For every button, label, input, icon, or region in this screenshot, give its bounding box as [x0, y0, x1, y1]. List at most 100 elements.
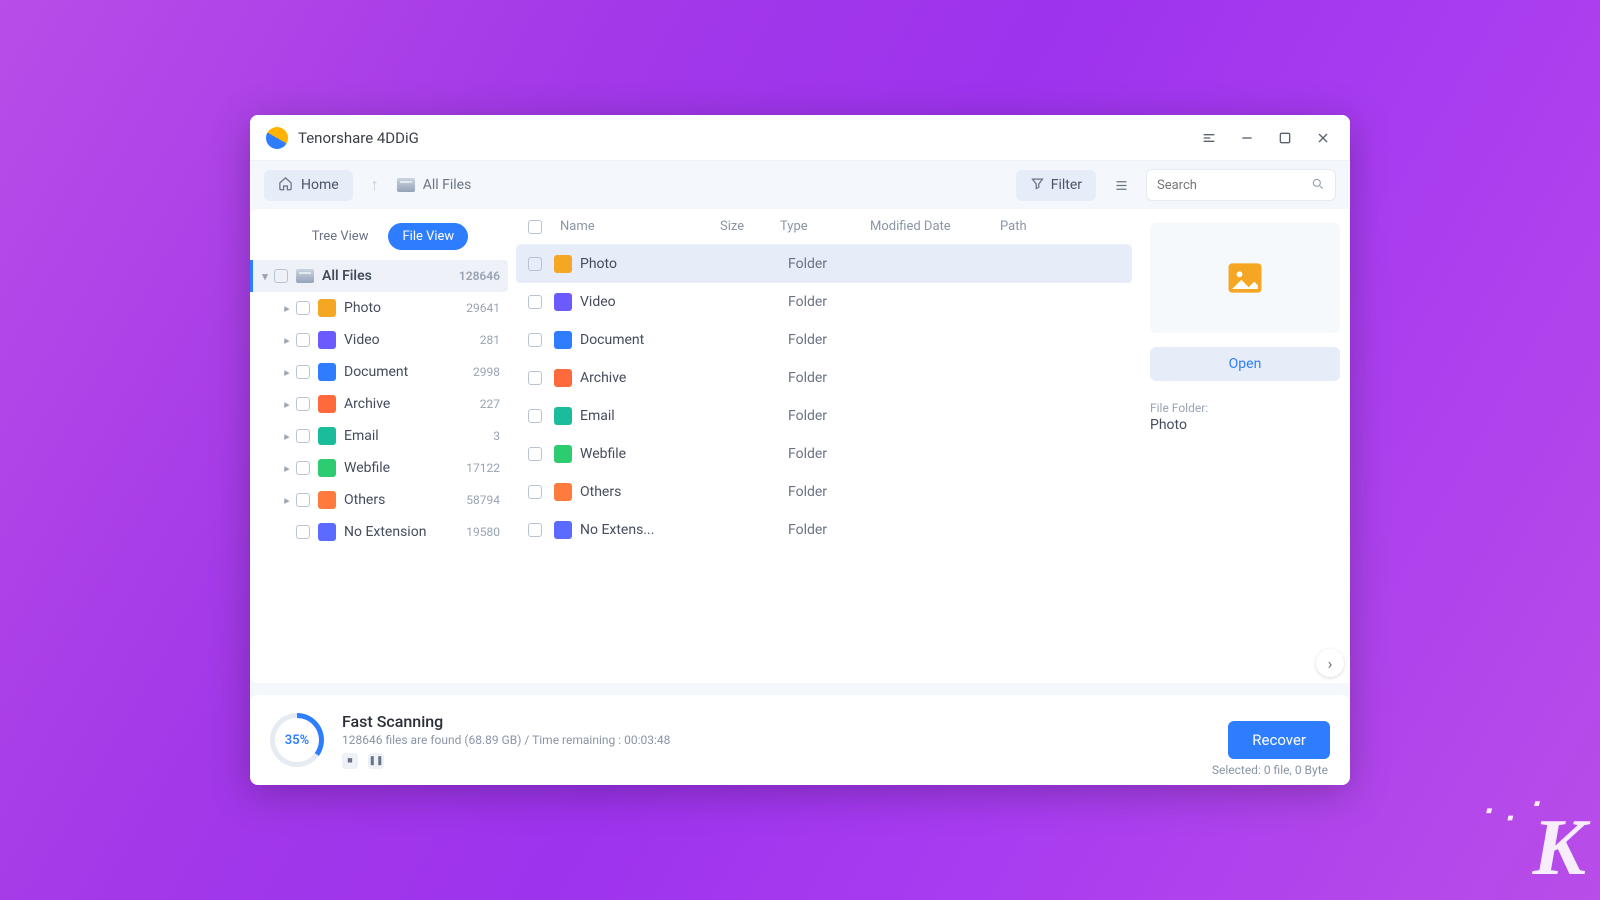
tree-root-all-files[interactable]: ▾ All Files 128646 [250, 260, 508, 292]
checkbox[interactable] [274, 269, 288, 283]
scan-subtext: 128646 files are found (68.89 GB) / Time… [342, 733, 670, 747]
home-icon [278, 176, 293, 195]
folder-icon [318, 459, 336, 477]
file-row[interactable]: No Extens...Folder [516, 511, 1132, 549]
col-path[interactable]: Path [1000, 219, 1122, 234]
checkbox[interactable] [296, 333, 310, 347]
tree-item[interactable]: ▸Video281 [258, 324, 508, 356]
sidebar: Tree View File View ▾ All Files 128646 ▸… [250, 209, 516, 683]
folder-icon [318, 523, 336, 541]
checkbox[interactable] [296, 365, 310, 379]
col-type[interactable]: Type [780, 219, 870, 234]
image-icon [1223, 256, 1267, 300]
tree-item[interactable]: ▸ Others 58794 [258, 484, 508, 516]
col-name[interactable]: Name [560, 219, 720, 234]
caret-down-icon[interactable]: ▾ [258, 270, 272, 283]
tree-item-label: Photo [344, 300, 381, 316]
tree-item-count: 58794 [466, 493, 500, 507]
tree-item[interactable]: ▸Webfile17122 [258, 452, 508, 484]
tree-item[interactable]: ▸ Photo 29641 [258, 292, 508, 324]
checkbox[interactable] [528, 447, 542, 461]
app-title: Tenorshare 4DDiG [298, 129, 419, 147]
file-name: Email [580, 408, 728, 424]
file-name: Archive [580, 370, 728, 386]
file-row[interactable]: ArchiveFolder [516, 359, 1132, 397]
tree-item[interactable]: No Extension19580 [258, 516, 508, 548]
tree-item-label: Others [344, 492, 385, 508]
file-view-tab[interactable]: File View [388, 223, 468, 250]
checkbox[interactable] [528, 371, 542, 385]
checkbox[interactable] [296, 493, 310, 507]
file-row[interactable]: PhotoFolder [516, 245, 1132, 283]
nav-up-icon[interactable]: ↑ [363, 175, 387, 195]
file-row[interactable]: OthersFolder [516, 473, 1132, 511]
col-modified[interactable]: Modified Date [870, 219, 1000, 234]
titlebar: Tenorshare 4DDiG [250, 115, 1350, 161]
checkbox[interactable] [296, 301, 310, 315]
file-name: Document [580, 332, 728, 348]
checkbox[interactable] [528, 257, 542, 271]
filter-button[interactable]: Filter [1016, 170, 1096, 201]
caret-right-icon[interactable]: ▸ [280, 302, 294, 315]
checkbox[interactable] [528, 485, 542, 499]
folder-icon [318, 331, 336, 349]
folder-icon [554, 445, 572, 463]
filter-icon [1030, 176, 1045, 195]
tree-item-label: Archive [344, 396, 390, 412]
checkbox-all[interactable] [528, 220, 542, 234]
checkbox[interactable] [528, 409, 542, 423]
maximize-icon[interactable] [1274, 127, 1296, 149]
open-button[interactable]: Open [1150, 347, 1340, 381]
minimize-icon[interactable] [1236, 127, 1258, 149]
close-icon[interactable] [1312, 127, 1334, 149]
file-row[interactable]: WebfileFolder [516, 435, 1132, 473]
checkbox[interactable] [528, 523, 542, 537]
file-name: Photo [580, 256, 728, 272]
tree-root-count: 128646 [459, 269, 500, 283]
recover-button[interactable]: Recover [1228, 721, 1330, 759]
tree-item-count: 29641 [466, 301, 500, 315]
folder-icon [554, 483, 572, 501]
caret-right-icon[interactable]: ▸ [280, 430, 294, 443]
progress-percent: 35% [275, 718, 319, 762]
menu-icon[interactable] [1198, 127, 1220, 149]
file-list-header: Name Size Type Modified Date Path [516, 209, 1132, 245]
file-row[interactable]: VideoFolder [516, 283, 1132, 321]
search-input[interactable] [1146, 169, 1336, 201]
file-type: Folder [788, 294, 878, 310]
checkbox[interactable] [296, 397, 310, 411]
file-row[interactable]: EmailFolder [516, 397, 1132, 435]
caret-right-icon[interactable]: ▸ [280, 334, 294, 347]
checkbox[interactable] [528, 295, 542, 309]
list-view-icon[interactable] [1106, 170, 1136, 200]
folder-icon [554, 331, 572, 349]
folder-icon [318, 395, 336, 413]
checkbox[interactable] [296, 429, 310, 443]
folder-icon [318, 427, 336, 445]
watermark-k-icon: K [1533, 803, 1586, 894]
home-button[interactable]: Home [264, 170, 353, 201]
search-field[interactable] [1157, 178, 1311, 193]
caret-right-icon[interactable]: ▸ [280, 398, 294, 411]
file-row[interactable]: DocumentFolder [516, 321, 1132, 359]
filter-label: Filter [1051, 177, 1082, 193]
drive-icon [296, 269, 314, 283]
titlebar-controls [1198, 127, 1334, 149]
checkbox[interactable] [296, 461, 310, 475]
checkbox[interactable] [528, 333, 542, 347]
checkbox[interactable] [296, 525, 310, 539]
breadcrumb[interactable]: All Files [397, 177, 472, 193]
tree-item[interactable]: ▸Email3 [258, 420, 508, 452]
tree-item[interactable]: ▸Document2998 [258, 356, 508, 388]
tree-item[interactable]: ▸Archive227 [258, 388, 508, 420]
main-panel: Name Size Type Modified Date Path PhotoF… [516, 209, 1350, 683]
tree-view-tab[interactable]: Tree View [298, 223, 383, 250]
pause-icon[interactable]: ❚❚ [368, 753, 384, 769]
caret-right-icon[interactable]: ▸ [280, 462, 294, 475]
col-size[interactable]: Size [720, 219, 780, 234]
next-icon[interactable]: › [1316, 649, 1344, 677]
caret-right-icon[interactable]: ▸ [280, 494, 294, 507]
folder-icon [554, 293, 572, 311]
stop-icon[interactable]: ■ [342, 753, 358, 769]
caret-right-icon[interactable]: ▸ [280, 366, 294, 379]
